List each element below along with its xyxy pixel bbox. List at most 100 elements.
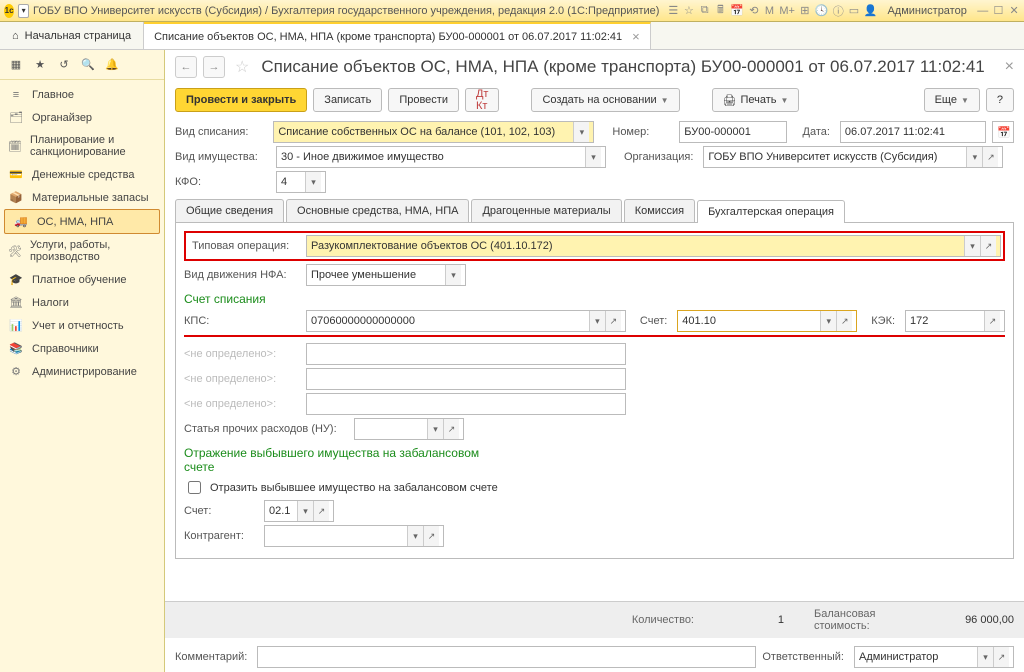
tab-assets[interactable]: Основные средства, НМА, НПА bbox=[286, 199, 469, 222]
open-icon[interactable]: ↗ bbox=[313, 501, 329, 521]
movement-input[interactable]: Прочее уменьшение▾ bbox=[306, 264, 466, 286]
open-icon[interactable]: ↗ bbox=[836, 311, 852, 331]
nav-reports[interactable]: 📊Учет и отчетность bbox=[0, 314, 164, 337]
dropdown-icon[interactable]: ▾ bbox=[445, 265, 461, 285]
create-based-button[interactable]: Создать на основании▼ bbox=[531, 88, 679, 112]
kfo-input[interactable]: 4▾ bbox=[276, 171, 326, 193]
star-icon[interactable]: ★ bbox=[32, 57, 48, 73]
expense-input[interactable]: ▾↗ bbox=[354, 418, 464, 440]
nav-main[interactable]: ≡Главное bbox=[0, 84, 164, 106]
tab-precious[interactable]: Драгоценные материалы bbox=[471, 199, 621, 222]
dropdown-icon[interactable]: ▾ bbox=[964, 236, 980, 256]
writeoff-type-input[interactable]: Списание собственных ОС на балансе (101,… bbox=[273, 121, 594, 143]
offbal-account-input[interactable]: 02.1▾↗ bbox=[264, 500, 334, 522]
maximize-icon[interactable]: ☐ bbox=[993, 3, 1005, 19]
minimize-icon[interactable]: — bbox=[977, 3, 989, 19]
nav-organizer[interactable]: 🗂Органайзер bbox=[0, 106, 164, 129]
toolbar-icon[interactable]: ⟲ bbox=[748, 3, 760, 19]
tab-general[interactable]: Общие сведения bbox=[175, 199, 284, 222]
nav-taxes[interactable]: 🏛Налоги bbox=[0, 291, 164, 314]
kek-input[interactable]: 172↗ bbox=[905, 310, 1005, 332]
account-input[interactable]: 401.10▾↗ bbox=[677, 310, 857, 332]
nav-label: Платное обучение bbox=[32, 274, 126, 286]
comment-input[interactable] bbox=[257, 646, 756, 668]
back-button[interactable]: ← bbox=[175, 56, 197, 78]
property-type-input[interactable]: 30 - Иное движимое имущество▾ bbox=[276, 146, 606, 168]
nav-materials[interactable]: 📦Материальные запасы bbox=[0, 186, 164, 209]
org-input[interactable]: ГОБУ ВПО Университет искусств (Субсидия)… bbox=[703, 146, 1003, 168]
nav-catalogs[interactable]: 📚Справочники bbox=[0, 337, 164, 360]
open-icon[interactable]: ↗ bbox=[982, 147, 998, 167]
dropdown-icon[interactable]: ▾ bbox=[573, 122, 589, 142]
nav-admin[interactable]: ⚙Администрирование bbox=[0, 360, 164, 383]
nav-education[interactable]: 🎓Платное обучение bbox=[0, 268, 164, 291]
ruler-icon[interactable]: ▭ bbox=[848, 3, 860, 19]
calendar-icon[interactable]: 📅 bbox=[730, 3, 744, 19]
dropdown-icon[interactable]: ▾ bbox=[589, 311, 605, 331]
post-button[interactable]: Провести bbox=[388, 88, 459, 112]
btn-label: Провести и закрыть bbox=[186, 94, 296, 106]
search-icon[interactable]: 🔍 bbox=[80, 57, 96, 73]
dropdown-icon[interactable]: ▾ bbox=[585, 147, 601, 167]
open-icon[interactable]: ↗ bbox=[423, 526, 439, 546]
open-icon[interactable]: ↗ bbox=[993, 647, 1009, 667]
dropdown-icon[interactable]: ▾ bbox=[305, 172, 321, 192]
clock-icon[interactable]: 🕓 bbox=[815, 3, 829, 19]
close-panel-icon[interactable]: × bbox=[1005, 58, 1014, 76]
typical-op-input[interactable]: Разукомплектование объектов ОС (401.10.1… bbox=[306, 235, 1001, 257]
post-close-button[interactable]: Провести и закрыть bbox=[175, 88, 307, 112]
toolbar-icon[interactable]: M bbox=[764, 3, 776, 19]
counterparty-input[interactable]: ▾↗ bbox=[264, 525, 444, 547]
close-icon[interactable]: ✕ bbox=[1008, 3, 1020, 19]
print-button[interactable]: 🖨 Печать▼ bbox=[712, 88, 800, 112]
calc-icon[interactable]: 🖩 bbox=[715, 3, 727, 19]
open-icon[interactable]: ↗ bbox=[984, 311, 1000, 331]
date-input[interactable]: 06.07.2017 11:02:41 bbox=[840, 121, 986, 143]
app-menu-dropdown[interactable]: ▾ bbox=[18, 4, 29, 18]
nav-cash[interactable]: 💳Денежные средства bbox=[0, 163, 164, 186]
toolbar-icon[interactable]: M+ bbox=[779, 3, 795, 19]
star-icon[interactable]: ☆ bbox=[235, 57, 249, 77]
dtkt-button[interactable]: ДтКт bbox=[465, 88, 500, 112]
save-button[interactable]: Записать bbox=[313, 88, 382, 112]
history-icon[interactable]: ↺ bbox=[56, 57, 72, 73]
offbalance-checkbox[interactable] bbox=[188, 481, 201, 494]
number-input[interactable]: БУ00-000001 bbox=[679, 121, 786, 143]
info-icon[interactable]: ⓘ bbox=[832, 3, 844, 19]
dropdown-icon[interactable]: ▾ bbox=[820, 311, 836, 331]
dropdown-icon[interactable]: ▾ bbox=[407, 526, 423, 546]
tab-document[interactable]: Списание объектов ОС, НМА, НПА (кроме тр… bbox=[144, 22, 651, 49]
organizer-icon: 🗂 bbox=[8, 111, 24, 124]
undef-input-3[interactable] bbox=[306, 393, 626, 415]
dropdown-icon[interactable]: ▾ bbox=[966, 147, 982, 167]
open-icon[interactable]: ↗ bbox=[980, 236, 996, 256]
toolbar-icon[interactable]: ☰ bbox=[667, 3, 679, 19]
more-button[interactable]: Еще▼ bbox=[924, 88, 980, 112]
toolbar-icon[interactable]: ☆ bbox=[683, 3, 695, 19]
apps-icon[interactable]: ▦ bbox=[8, 57, 24, 73]
forward-button[interactable]: → bbox=[203, 56, 225, 78]
tab-home[interactable]: ⌂ Начальная страница bbox=[0, 22, 144, 49]
tab-accounting[interactable]: Бухгалтерская операция bbox=[697, 200, 845, 223]
bell-icon[interactable]: 🔔 bbox=[104, 57, 120, 73]
kps-input[interactable]: 07060000000000000▾↗ bbox=[306, 310, 626, 332]
undef-input-2[interactable] bbox=[306, 368, 626, 390]
date-picker-button[interactable]: 📅 bbox=[992, 121, 1014, 143]
dropdown-icon[interactable]: ▾ bbox=[427, 419, 443, 439]
open-icon[interactable]: ↗ bbox=[605, 311, 621, 331]
nav-planning[interactable]: 🗓Планирование и санкционирование bbox=[0, 129, 164, 163]
nav-services[interactable]: 🛠Услуги, работы, производство bbox=[0, 234, 164, 268]
responsible-input[interactable]: Администратор▾↗ bbox=[854, 646, 1014, 668]
dropdown-icon[interactable]: ▾ bbox=[977, 647, 993, 667]
cash-icon: 💳 bbox=[8, 168, 24, 181]
tab-close-icon[interactable]: × bbox=[632, 29, 640, 44]
nav-assets[interactable]: 🚚ОС, НМА, НПА bbox=[4, 209, 160, 234]
dropdown-icon[interactable]: ▾ bbox=[297, 501, 313, 521]
tab-commission[interactable]: Комиссия bbox=[624, 199, 695, 222]
help-button[interactable]: ? bbox=[986, 88, 1014, 112]
undef-input-1[interactable] bbox=[306, 343, 626, 365]
tab-document-label: Списание объектов ОС, НМА, НПА (кроме тр… bbox=[154, 31, 622, 43]
toolbar-icon[interactable]: ⧉ bbox=[699, 3, 711, 19]
open-icon[interactable]: ↗ bbox=[443, 419, 459, 439]
toolbar-icon[interactable]: ⊞ bbox=[799, 3, 811, 19]
